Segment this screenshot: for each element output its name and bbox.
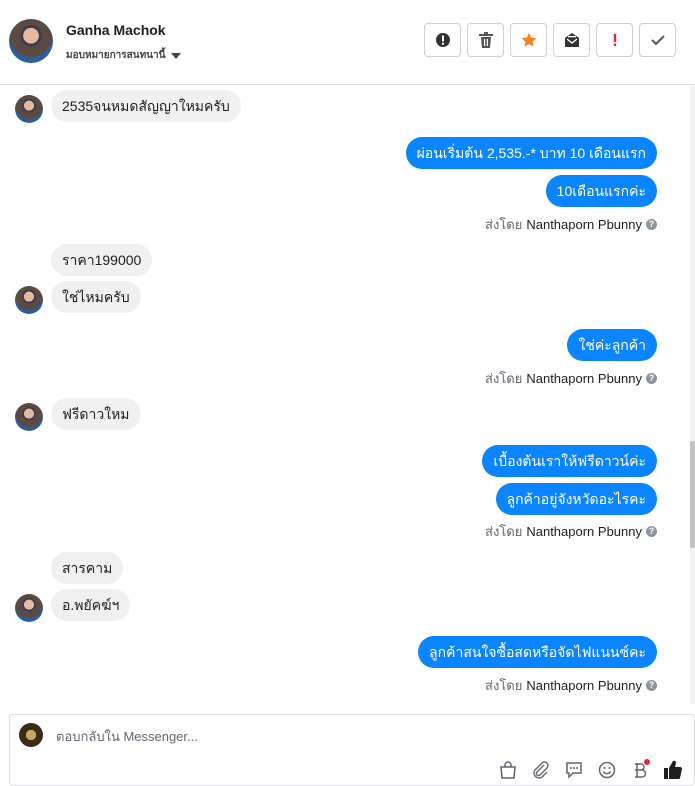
message-row: เบื้องต้นเราให้ฟรีดาวน์ค่ะ [482, 445, 657, 477]
assign-conversation-dropdown[interactable]: มอบหมายการสนทนานี้ [66, 48, 182, 63]
star-button[interactable] [510, 23, 547, 57]
done-button[interactable] [639, 23, 676, 57]
sent-by-prefix: ส่งโดย [485, 524, 523, 539]
mark-unread-button[interactable] [553, 23, 590, 57]
contact-name[interactable]: Ganha Machok [66, 22, 166, 38]
spam-button[interactable] [424, 23, 461, 57]
message-row: ราคา199000 [51, 244, 153, 276]
important-icon [613, 34, 616, 46]
sender-avatar [15, 286, 43, 314]
bag-icon [500, 761, 516, 779]
message-row: 10เดือนแรกค่ะ [545, 175, 657, 207]
help-icon[interactable]: ? [646, 526, 657, 537]
sent-by-name: Nanthaporn Pbunny [526, 217, 642, 232]
sent-by-name: Nanthaporn Pbunny [526, 678, 642, 693]
sender-avatar [15, 95, 43, 123]
message-row: ใช่ไหมครับ [51, 281, 141, 313]
sent-by-name: Nanthaporn Pbunny [526, 524, 642, 539]
sender-avatar [15, 594, 43, 622]
message-row: ฟรีดาวใหม [51, 398, 141, 430]
help-icon[interactable]: ? [646, 680, 657, 691]
message-row: ลูกค้าอยู่จังหวัดอะไรคะ [495, 483, 657, 515]
outgoing-message[interactable]: 10เดือนแรกค่ะ [545, 175, 657, 207]
like-thumb-icon [664, 760, 682, 780]
sent-by-prefix: ส่งโดย [485, 371, 523, 386]
page-avatar [19, 723, 43, 747]
emoji-icon [598, 761, 616, 779]
done-check-icon [650, 35, 665, 46]
sent-by-prefix: ส่งโดย [485, 217, 523, 232]
saved-reply-icon [566, 762, 582, 779]
message-thread[interactable]: 2535จนหมดสัญญาใหมครับ ผ่อนเริ่มต้น 2,535… [0, 86, 690, 704]
paperclip-icon [533, 761, 549, 779]
delete-button[interactable] [467, 23, 504, 57]
thread-scrollbar[interactable] [690, 86, 695, 704]
like-button[interactable] [662, 759, 684, 781]
saved-reply-button[interactable] [563, 759, 585, 781]
outgoing-message[interactable]: เบื้องต้นเราให้ฟรีดาวน์ค่ะ [482, 445, 657, 477]
help-icon[interactable]: ? [646, 219, 657, 230]
emoji-button[interactable] [596, 759, 618, 781]
message-row: สารคาม [51, 552, 124, 584]
message-row: ผ่อนเริ่มต้น 2,535.-* บาท 10 เดือนแรก [405, 137, 657, 169]
mark-unread-icon [564, 33, 579, 47]
incoming-message[interactable]: สารคาม [51, 552, 124, 584]
assign-label: มอบหมายการสนทนานี้ [66, 50, 166, 61]
incoming-message[interactable]: อ.พยัคฆ์ฯ [51, 589, 131, 621]
incoming-message[interactable]: ใช่ไหมครับ [51, 281, 141, 313]
incoming-message[interactable]: ราคา199000 [51, 244, 153, 276]
caret-down-icon [171, 53, 182, 59]
trash-icon [478, 32, 493, 48]
sent-by-label: ส่งโดย Nanthaporn Pbunny ? [485, 214, 657, 235]
sent-by-label: ส่งโดย Nanthaporn Pbunny ? [485, 521, 657, 542]
product-button[interactable] [497, 759, 519, 781]
outgoing-message[interactable]: ลูกค้าสนใจซื้อสดหรือจัดไฟแนนซ์คะ [418, 636, 657, 668]
conversation-header: Ganha Machok มอบหมายการสนทนานี้ [0, 0, 695, 85]
outgoing-message[interactable]: ใช่ค่ะลูกค้า [567, 329, 657, 361]
payment-button[interactable] [629, 759, 651, 781]
reply-composer [9, 714, 695, 786]
sent-by-label: ส่งโดย Nanthaporn Pbunny ? [485, 675, 657, 696]
message-row: 2535จนหมดสัญญาใหมครับ [51, 90, 241, 122]
reply-input[interactable] [54, 723, 658, 749]
outgoing-message[interactable]: ลูกค้าอยู่จังหวัดอะไรคะ [495, 483, 657, 515]
attach-button[interactable] [530, 759, 552, 781]
message-row: ใช่ค่ะลูกค้า [567, 329, 657, 361]
contact-avatar[interactable] [9, 19, 53, 63]
message-row: ลูกค้าสนใจซื้อสดหรือจัดไฟแนนซ์คะ [418, 636, 657, 668]
incoming-message[interactable]: ฟรีดาวใหม [51, 398, 141, 430]
incoming-message[interactable]: 2535จนหมดสัญญาใหมครับ [51, 90, 241, 122]
outgoing-message[interactable]: ผ่อนเริ่มต้น 2,535.-* บาท 10 เดือนแรก [405, 137, 657, 169]
sent-by-prefix: ส่งโดย [485, 678, 523, 693]
header-actions [424, 23, 676, 57]
spam-icon [435, 33, 450, 47]
sent-by-label: ส่งโดย Nanthaporn Pbunny ? [485, 368, 657, 389]
notification-dot [644, 759, 650, 765]
message-row: อ.พยัคฆ์ฯ [51, 589, 131, 621]
scrollbar-thumb[interactable] [690, 441, 695, 548]
help-icon[interactable]: ? [646, 373, 657, 384]
sent-by-name: Nanthaporn Pbunny [526, 371, 642, 386]
star-icon [521, 32, 536, 47]
sender-avatar [15, 403, 43, 431]
composer-toolbar [497, 759, 684, 781]
important-button[interactable] [596, 23, 633, 57]
